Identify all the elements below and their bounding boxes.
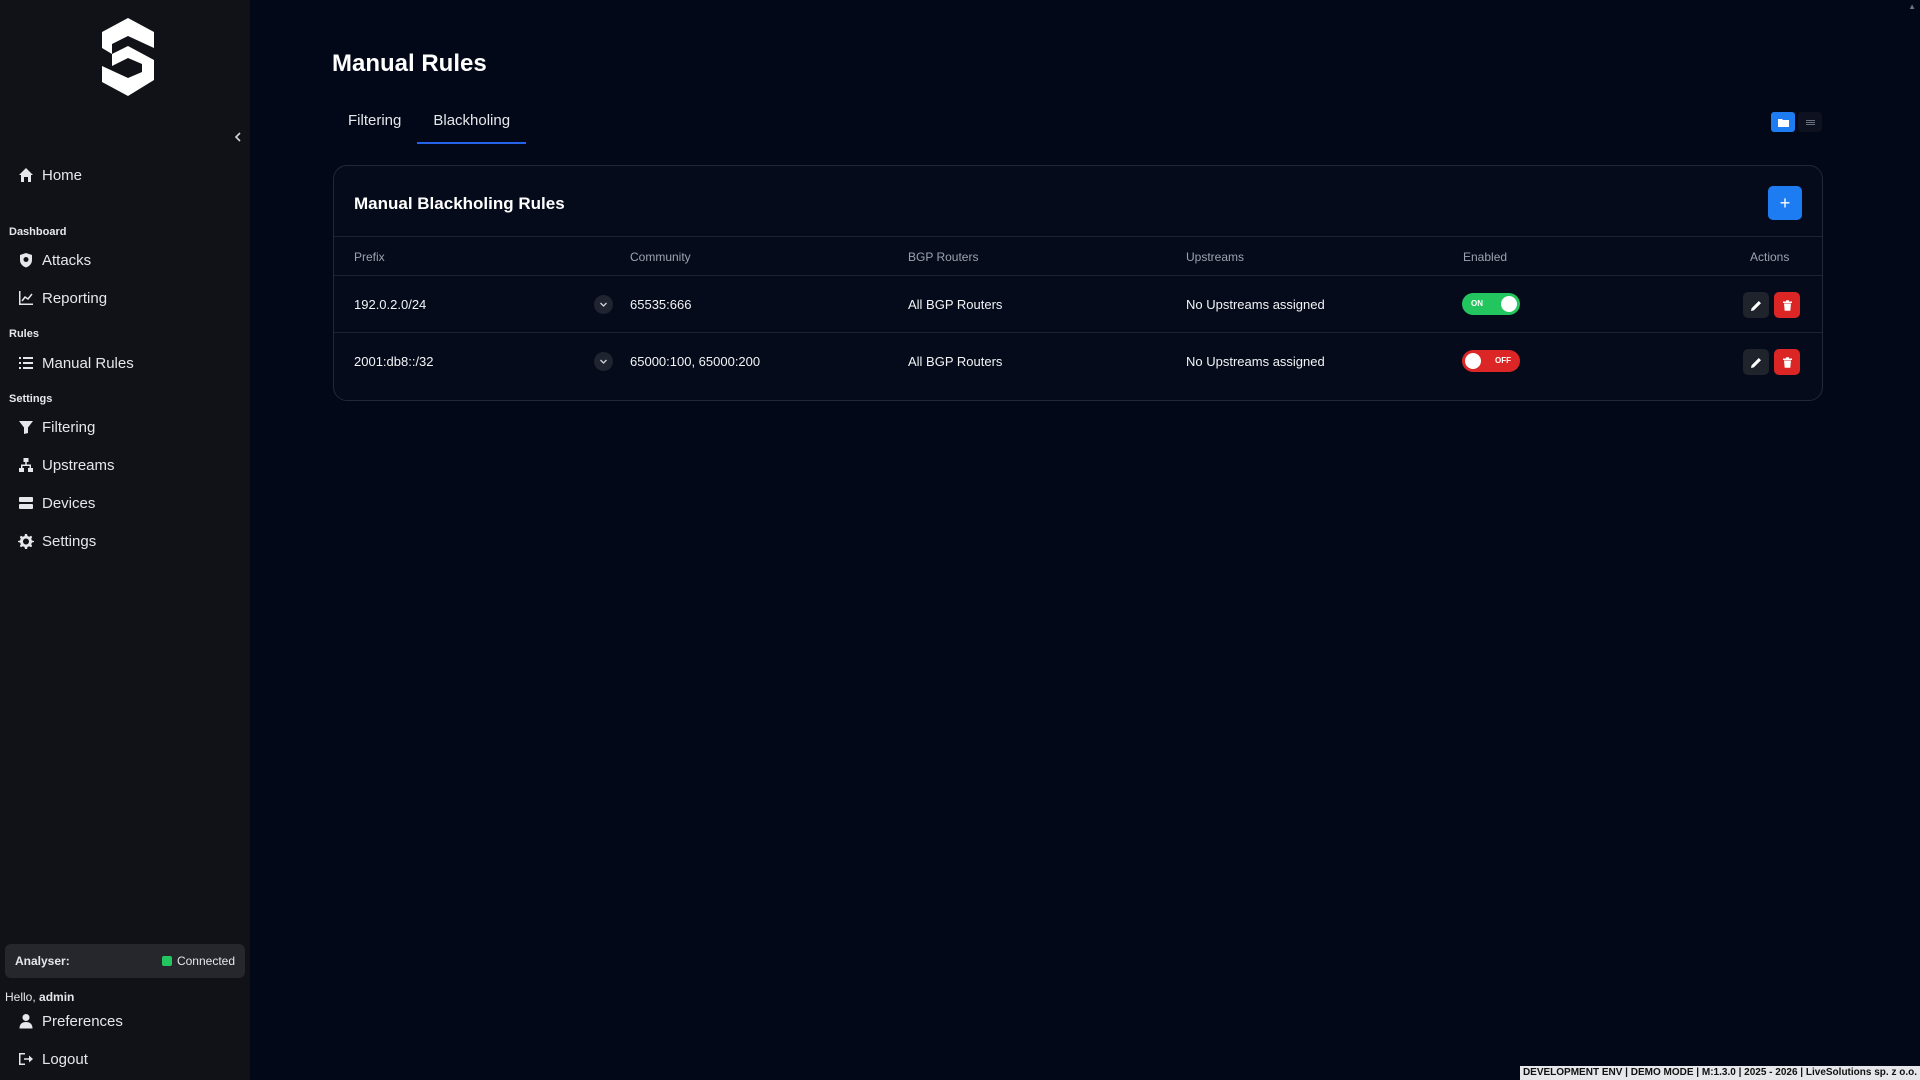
delete-rule-button[interactable] bbox=[1774, 292, 1800, 318]
toggle-label: OFF bbox=[1495, 356, 1511, 365]
trash-icon bbox=[1782, 356, 1792, 368]
analyser-label: Analyser: bbox=[15, 954, 70, 968]
list-view-button[interactable] bbox=[1798, 112, 1822, 132]
nav-reporting-label: Reporting bbox=[42, 289, 108, 307]
row-upstreams: No Upstreams assigned bbox=[1186, 354, 1325, 369]
edit-rule-button[interactable] bbox=[1743, 349, 1769, 375]
nav-manual-rules-label: Manual Rules bbox=[42, 354, 134, 372]
analyser-connection: Connected bbox=[161, 954, 235, 968]
environment-footer: DEVELOPMENT ENV | DEMO MODE | M:1.3.0 | … bbox=[1519, 1066, 1920, 1080]
card-view-button[interactable] bbox=[1771, 112, 1795, 132]
greeting: Hello, admin bbox=[5, 990, 74, 1004]
toggle-knob bbox=[1501, 296, 1517, 312]
nav-devices-label: Devices bbox=[42, 494, 96, 512]
trash-icon bbox=[1782, 299, 1792, 311]
expand-row-button[interactable] bbox=[594, 295, 613, 314]
table-row: 2001:db8::/32 65000:100, 65000:200 All B… bbox=[334, 333, 1822, 390]
section-rules: Rules bbox=[9, 328, 39, 340]
chevron-left-icon bbox=[234, 132, 241, 142]
section-settings: Settings bbox=[9, 393, 53, 405]
sidebar: Home Dashboard Attacks Reporting Rules M… bbox=[0, 0, 250, 1080]
section-dashboard: Dashboard bbox=[9, 226, 67, 238]
network-icon bbox=[19, 458, 33, 472]
analyser-status: Analyser: Connected bbox=[5, 944, 245, 978]
toggle-label: ON bbox=[1471, 299, 1483, 308]
nav-preferences[interactable]: Preferences bbox=[18, 1009, 123, 1033]
nav-reporting[interactable]: Reporting bbox=[18, 286, 107, 310]
expand-row-button[interactable] bbox=[594, 352, 613, 371]
pencil-icon bbox=[1750, 357, 1761, 368]
folder-icon bbox=[1777, 118, 1789, 127]
view-toggle bbox=[1771, 112, 1822, 132]
nav-attacks-label: Attacks bbox=[42, 251, 92, 269]
blackholing-rules-card: Manual Blackholing Rules + Prefix Commun… bbox=[333, 165, 1823, 401]
greeting-prefix: Hello, bbox=[5, 990, 36, 1004]
table-row: 192.0.2.0/24 65535:666 All BGP Routers N… bbox=[334, 276, 1822, 333]
nav-settings-label: Settings bbox=[42, 532, 97, 550]
list-icon bbox=[19, 357, 33, 369]
collapse-sidebar-button[interactable] bbox=[228, 127, 248, 147]
gear-icon bbox=[18, 534, 34, 549]
enabled-toggle[interactable]: ON bbox=[1462, 293, 1520, 315]
row-bgp-routers: All BGP Routers bbox=[908, 354, 1003, 369]
filter-icon bbox=[19, 421, 33, 434]
list-icon bbox=[1805, 119, 1815, 125]
tab-filtering[interactable]: Filtering bbox=[332, 106, 417, 144]
column-prefix: Prefix bbox=[354, 250, 385, 264]
line-chart-icon bbox=[19, 291, 33, 305]
edit-rule-button[interactable] bbox=[1743, 292, 1769, 318]
nav-logout[interactable]: Logout bbox=[18, 1047, 88, 1071]
table-header: Prefix Community BGP Routers Upstreams E… bbox=[334, 236, 1822, 276]
home-icon bbox=[19, 168, 33, 182]
delete-rule-button[interactable] bbox=[1774, 349, 1800, 375]
pencil-icon bbox=[1750, 300, 1761, 311]
app-logo-icon[interactable] bbox=[94, 18, 156, 96]
enabled-toggle[interactable]: OFF bbox=[1462, 350, 1520, 372]
row-community: 65000:100, 65000:200 bbox=[630, 354, 761, 369]
nav-devices[interactable]: Devices bbox=[18, 491, 95, 515]
add-rule-button[interactable]: + bbox=[1768, 186, 1802, 220]
chevron-down-icon bbox=[600, 302, 607, 307]
column-enabled: Enabled bbox=[1463, 250, 1508, 264]
nav-filtering[interactable]: Filtering bbox=[18, 415, 95, 439]
chevron-down-icon bbox=[600, 359, 607, 364]
shield-icon bbox=[20, 253, 32, 268]
nav-preferences-label: Preferences bbox=[42, 1012, 123, 1030]
server-icon bbox=[19, 497, 33, 509]
nav-home[interactable]: Home bbox=[18, 163, 82, 187]
row-upstreams: No Upstreams assigned bbox=[1186, 297, 1325, 312]
nav-home-label: Home bbox=[42, 166, 83, 184]
column-actions: Actions bbox=[1750, 250, 1790, 264]
column-bgp-routers: BGP Routers bbox=[908, 250, 979, 264]
row-prefix: 192.0.2.0/24 bbox=[354, 297, 427, 312]
status-dot-icon bbox=[161, 956, 172, 966]
nav-settings[interactable]: Settings bbox=[18, 529, 96, 553]
user-icon bbox=[19, 1014, 33, 1029]
page-title: Manual Rules bbox=[332, 50, 487, 77]
card-title: Manual Blackholing Rules bbox=[354, 194, 565, 213]
tab-blackholing[interactable]: Blackholing bbox=[417, 106, 527, 144]
rule-tabs: Filtering Blackholing bbox=[332, 106, 527, 144]
logout-icon bbox=[19, 1053, 33, 1065]
analyser-status-text: Connected bbox=[176, 954, 235, 968]
nav-upstreams[interactable]: Upstreams bbox=[18, 453, 115, 477]
greeting-user: admin bbox=[39, 990, 75, 1004]
column-community: Community bbox=[630, 250, 691, 264]
row-bgp-routers: All BGP Routers bbox=[908, 297, 1003, 312]
nav-attacks[interactable]: Attacks bbox=[18, 248, 91, 272]
column-upstreams: Upstreams bbox=[1186, 250, 1245, 264]
nav-logout-label: Logout bbox=[42, 1050, 88, 1068]
nav-upstreams-label: Upstreams bbox=[42, 456, 115, 474]
nav-filtering-label: Filtering bbox=[42, 418, 96, 436]
scroll-up-icon[interactable]: ▲ bbox=[1908, 2, 1916, 11]
toggle-knob bbox=[1465, 353, 1481, 369]
nav-manual-rules[interactable]: Manual Rules bbox=[18, 351, 134, 375]
row-prefix: 2001:db8::/32 bbox=[354, 354, 434, 369]
row-community: 65535:666 bbox=[630, 297, 692, 312]
